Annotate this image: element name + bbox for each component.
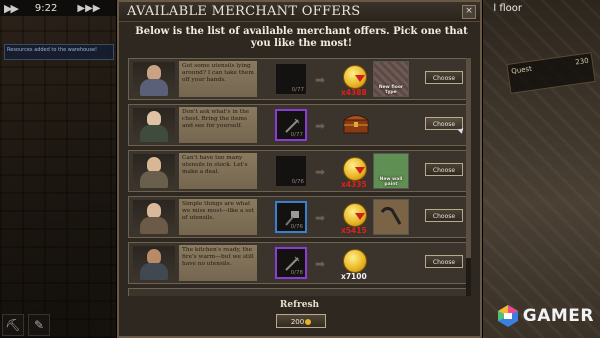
item-count: 0/77 bbox=[290, 132, 303, 138]
required-item-slot[interactable]: 0/77 bbox=[275, 63, 307, 95]
reward-label: New wall paint bbox=[379, 177, 403, 187]
item-count: 0/76 bbox=[290, 224, 303, 230]
merchant-portrait bbox=[133, 200, 175, 234]
required-item-slot[interactable]: 0/77 bbox=[275, 109, 307, 141]
required-item-slot[interactable]: 0/76 bbox=[275, 155, 307, 187]
portrait-body bbox=[140, 263, 168, 280]
item-count: 0/78 bbox=[290, 270, 303, 276]
tool-bar: ⛏ ✎ bbox=[2, 314, 50, 336]
gamer-watermark: GAMER bbox=[496, 304, 594, 328]
merchant-offers-dialog: AVAILABLE MERCHANT OFFERS × Below is the… bbox=[117, 0, 482, 338]
portrait-head bbox=[147, 203, 161, 218]
game-clock: 9:22 bbox=[34, 2, 58, 14]
coin-value: x5415 bbox=[341, 226, 367, 235]
merchant-portrait bbox=[133, 246, 175, 280]
portrait-head bbox=[147, 65, 161, 80]
decrease-arrow-icon bbox=[355, 213, 365, 220]
reward-tool bbox=[373, 199, 409, 235]
chest-icon bbox=[342, 115, 370, 134]
offer-row: Got some utensils lying around? I can ta… bbox=[128, 58, 468, 100]
coin-value: x7100 bbox=[341, 272, 367, 281]
arrow-right-icon: ➡ bbox=[315, 73, 326, 87]
play-icon[interactable]: ▶▶ bbox=[4, 2, 19, 15]
fast-forward-icon[interactable]: ▶▶▶ bbox=[77, 3, 100, 14]
offer-list[interactable]: Got some utensils lying around? I can ta… bbox=[128, 56, 468, 296]
offer-row bbox=[128, 288, 468, 296]
portrait-head bbox=[147, 157, 161, 172]
offer-row: The kitchen's ready, the fire's warm—but… bbox=[128, 242, 468, 284]
refresh-button[interactable]: 200 bbox=[276, 314, 326, 328]
decrease-arrow-icon bbox=[355, 167, 365, 174]
required-item-slot[interactable]: 0/76 bbox=[275, 201, 307, 233]
portrait-body bbox=[140, 125, 168, 142]
merchant-portrait bbox=[133, 154, 175, 188]
close-icon[interactable]: × bbox=[462, 5, 476, 19]
merchant-portrait bbox=[133, 62, 175, 96]
refresh-label: Refresh bbox=[279, 300, 320, 310]
decrease-arrow-icon bbox=[355, 75, 365, 82]
dialog-subtitle: Below is the list of available merchant … bbox=[135, 26, 468, 49]
arrow-right-icon: ➡ bbox=[315, 211, 326, 225]
reward-wall-paint: New wall paint bbox=[373, 153, 409, 189]
merchant-speech: Got some utensils lying around? I can ta… bbox=[179, 61, 257, 97]
merchant-speech: Can't have too many utensils in stock. L… bbox=[179, 153, 257, 189]
portrait-body bbox=[140, 171, 168, 188]
merchant-speech: Simple things are what we miss most—like… bbox=[179, 199, 257, 235]
portrait-body bbox=[140, 217, 168, 234]
choose-button[interactable]: Choose bbox=[425, 71, 463, 84]
choose-button[interactable]: Choose bbox=[425, 209, 463, 222]
coin-icon bbox=[343, 249, 367, 273]
utensil-icon[interactable]: ✎ bbox=[28, 314, 50, 336]
portrait-head bbox=[147, 249, 161, 264]
utensil-icon bbox=[380, 206, 402, 225]
refresh-cost: 200 bbox=[290, 318, 305, 326]
pickaxe-icon[interactable]: ⛏ bbox=[2, 314, 24, 336]
dialog-title: AVAILABLE MERCHANT OFFERS bbox=[119, 2, 480, 22]
hud-value: 230 bbox=[574, 56, 590, 67]
mouse-cursor-icon bbox=[457, 126, 466, 134]
merchant-speech: The kitchen's ready, the fire's warm—but… bbox=[179, 245, 257, 281]
reward-floor-tile: New floor type bbox=[373, 61, 409, 97]
coin-value: x4388 bbox=[341, 88, 367, 97]
scrollbar-thumb[interactable] bbox=[466, 58, 471, 258]
watermark-text: GAMER bbox=[522, 306, 594, 326]
offer-row: Don't ask what's in the chest. Bring the… bbox=[128, 104, 468, 146]
portrait-head bbox=[147, 111, 161, 126]
reward-label: New floor type bbox=[378, 85, 404, 95]
arrow-right-icon: ➡ bbox=[315, 165, 326, 179]
floor-label: l floor bbox=[493, 3, 522, 14]
offer-row: Simple things are what we miss most—like… bbox=[128, 196, 468, 238]
merchant-speech: Don't ask what's in the chest. Bring the… bbox=[179, 107, 257, 143]
resource-notice: Resources added to the warehouse! bbox=[4, 44, 114, 60]
coin-value: x4335 bbox=[341, 180, 367, 189]
top-bar: ▶▶ 9:22 ▶▶▶ bbox=[0, 0, 118, 16]
choose-button[interactable]: Choose bbox=[425, 163, 463, 176]
offer-scrollbar[interactable] bbox=[466, 58, 471, 296]
offer-row: Can't have too many utensils in stock. L… bbox=[128, 150, 468, 192]
required-item-slot[interactable]: 0/78 bbox=[275, 247, 307, 279]
merchant-portrait bbox=[133, 108, 175, 142]
arrow-right-icon: ➡ bbox=[315, 257, 326, 271]
item-count: 0/77 bbox=[291, 87, 304, 93]
hud-label: Quest bbox=[510, 64, 533, 76]
choose-button[interactable]: Choose bbox=[425, 255, 463, 268]
gamer-logo-icon bbox=[496, 304, 520, 328]
right-scene bbox=[482, 0, 600, 338]
arrow-right-icon: ➡ bbox=[315, 119, 326, 133]
item-count: 0/76 bbox=[291, 179, 304, 185]
portrait-body bbox=[140, 79, 168, 96]
coin-icon bbox=[305, 319, 312, 325]
